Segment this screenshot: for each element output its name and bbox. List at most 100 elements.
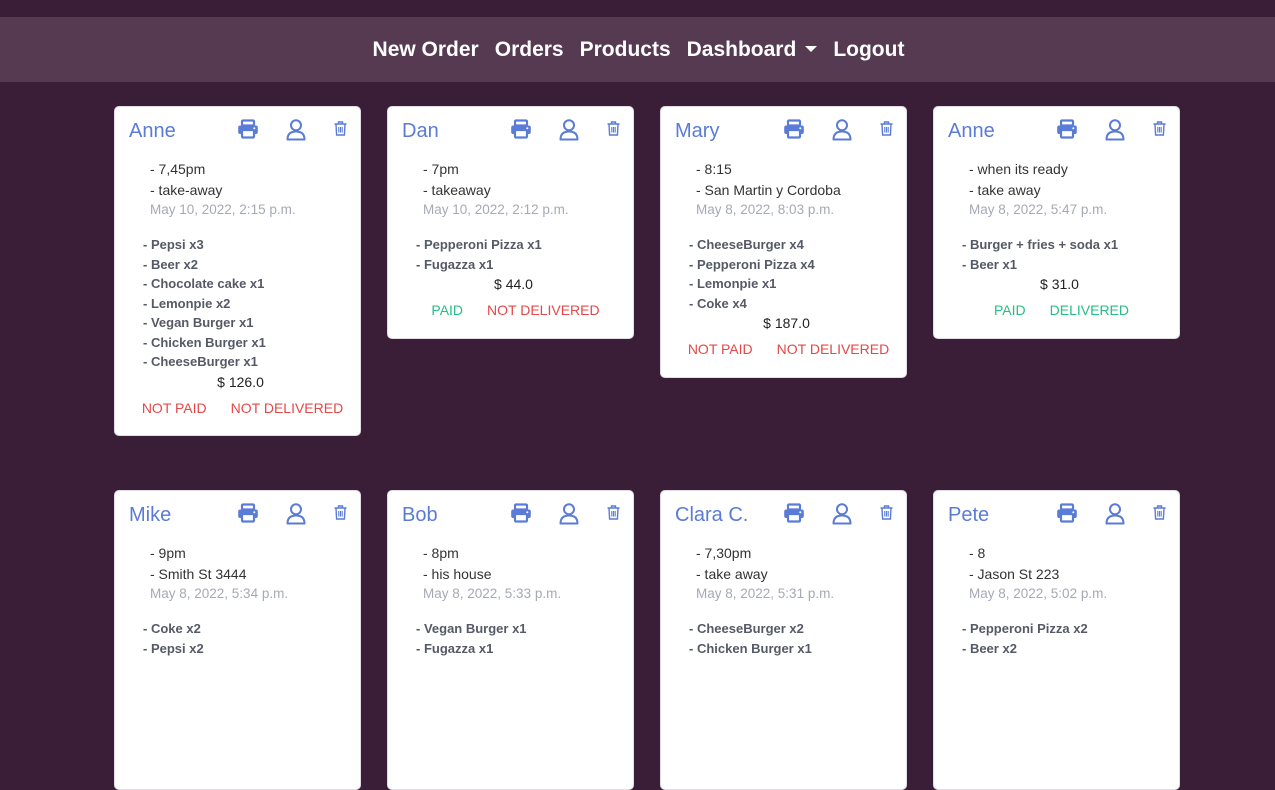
order-notes: - 8pm - his house May 8, 2022, 5:33 p.m. bbox=[423, 543, 561, 603]
trash-icon[interactable] bbox=[334, 505, 347, 520]
order-notes: - 8:15 - San Martin y Cordoba May 8, 2022,… bbox=[696, 159, 841, 219]
nav-dashboard-label: Dashboard bbox=[686, 37, 797, 61]
order-date: May 8, 2022, 5:34 p.m. bbox=[150, 586, 289, 601]
order-note: - when its ready bbox=[969, 161, 1068, 177]
nav-products[interactable]: Products bbox=[580, 38, 671, 62]
order-note: - 8 bbox=[969, 545, 986, 561]
order-card: Bob - 8pm - his house May 8, 2022, 5:33 p.m… bbox=[387, 490, 634, 790]
order-note: - Smith St 3444 bbox=[150, 566, 247, 582]
order-item: - Fugazza x1 bbox=[416, 256, 494, 272]
order-card: Anne - when its ready - take away May 8, 20… bbox=[933, 106, 1180, 339]
trash-icon[interactable] bbox=[607, 505, 620, 520]
order-items: - Pepperoni Pizza x2 - Beer x2 bbox=[962, 619, 1088, 658]
order-note: - his house bbox=[423, 566, 492, 582]
order-item: - Pepperoni Pizza x2 bbox=[962, 621, 1088, 636]
order-item: - Fugazza x1 bbox=[416, 640, 494, 656]
order-note: - take away bbox=[969, 182, 1041, 198]
payment-status-toggle[interactable]: NOT PAID bbox=[688, 341, 753, 357]
printer-icon[interactable] bbox=[237, 119, 259, 139]
order-item: - Pepsi x2 bbox=[143, 640, 204, 656]
payment-status-toggle[interactable]: PAID bbox=[994, 302, 1026, 318]
order-item: - Chicken Burger x1 bbox=[143, 334, 266, 350]
user-icon[interactable] bbox=[286, 119, 306, 141]
printer-icon[interactable] bbox=[510, 119, 532, 139]
order-date: May 8, 2022, 5:47 p.m. bbox=[969, 202, 1108, 217]
order-note: - 9pm bbox=[150, 545, 186, 561]
user-icon[interactable] bbox=[832, 503, 852, 525]
order-total: $ 44.0 bbox=[494, 276, 533, 292]
nav-menu: New Order Orders Products Dashboard Logo… bbox=[371, 38, 905, 62]
user-icon[interactable] bbox=[1105, 119, 1125, 141]
user-icon[interactable] bbox=[1105, 503, 1125, 525]
delivery-status-toggle[interactable]: NOT DELIVERED bbox=[487, 302, 600, 318]
printer-icon[interactable] bbox=[783, 119, 805, 139]
order-item: - Coke x4 bbox=[689, 295, 747, 311]
order-note: - 8pm bbox=[423, 545, 459, 561]
order-date: May 8, 2022, 5:31 p.m. bbox=[696, 586, 835, 601]
customer-name[interactable]: Dan bbox=[402, 120, 439, 143]
order-item: - CheeseBurger x2 bbox=[689, 621, 804, 636]
delivery-status-toggle[interactable]: NOT DELIVERED bbox=[231, 400, 344, 416]
trash-icon[interactable] bbox=[880, 121, 893, 136]
customer-name[interactable]: Bob bbox=[402, 504, 438, 527]
trash-icon[interactable] bbox=[1153, 121, 1166, 136]
order-date: May 10, 2022, 2:12 p.m. bbox=[423, 202, 569, 217]
order-notes: - 8 - Jason St 223 May 8, 2022, 5:02 p.m. bbox=[969, 543, 1107, 603]
trash-icon[interactable] bbox=[334, 121, 347, 136]
order-items: - Burger + fries + soda x1 - Beer x1 bbox=[962, 235, 1118, 274]
order-items: - Vegan Burger x1 - Fugazza x1 bbox=[416, 619, 527, 658]
customer-name[interactable]: Anne bbox=[948, 120, 995, 143]
order-status: PAID NOT DELIVERED bbox=[388, 302, 633, 318]
printer-icon[interactable] bbox=[1056, 119, 1078, 139]
printer-icon[interactable] bbox=[510, 503, 532, 523]
order-item: - Beer x2 bbox=[143, 256, 198, 272]
user-icon[interactable] bbox=[832, 119, 852, 141]
order-item: - Chocolate cake x1 bbox=[143, 276, 265, 291]
order-note: - 7pm bbox=[423, 161, 459, 177]
customer-name[interactable]: Clara C. bbox=[675, 504, 748, 527]
order-date: May 8, 2022, 5:02 p.m. bbox=[969, 586, 1108, 601]
top-navbar: New Order Orders Products Dashboard Logo… bbox=[0, 17, 1275, 82]
customer-name[interactable]: Anne bbox=[129, 120, 176, 143]
user-icon[interactable] bbox=[559, 503, 579, 525]
order-note: - take away bbox=[696, 566, 768, 582]
customer-name[interactable]: Mike bbox=[129, 504, 171, 527]
order-item: - Vegan Burger x1 bbox=[143, 315, 254, 330]
customer-name[interactable]: Pete bbox=[948, 504, 989, 527]
delivery-status-toggle[interactable]: DELIVERED bbox=[1050, 302, 1129, 318]
printer-icon[interactable] bbox=[783, 503, 805, 523]
order-item: - Beer x2 bbox=[962, 640, 1017, 656]
nav-orders[interactable]: Orders bbox=[495, 38, 564, 62]
payment-status-toggle[interactable]: PAID bbox=[431, 302, 463, 318]
order-notes: - 7,30pm - take away May 8, 2022, 5:31 p.m… bbox=[696, 543, 834, 603]
order-item: - CheeseBurger x1 bbox=[143, 354, 258, 369]
order-item: - Lemonpie x2 bbox=[143, 295, 231, 311]
order-items: - Pepsi x3 - Beer x2 - Chocolate cake x1 - … bbox=[143, 235, 266, 372]
order-item: - Burger + fries + soda x1 bbox=[962, 237, 1119, 252]
printer-icon[interactable] bbox=[237, 503, 259, 523]
order-item: - Pepsi x3 bbox=[143, 237, 204, 252]
user-icon[interactable] bbox=[286, 503, 306, 525]
payment-status-toggle[interactable]: NOT PAID bbox=[142, 400, 207, 416]
order-total: $ 31.0 bbox=[1040, 276, 1079, 292]
trash-icon[interactable] bbox=[880, 505, 893, 520]
trash-icon[interactable] bbox=[1153, 505, 1166, 520]
nav-logout[interactable]: Logout bbox=[833, 38, 904, 62]
order-date: May 8, 2022, 8:03 p.m. bbox=[696, 202, 835, 217]
order-status: NOT PAID NOT DELIVERED bbox=[661, 341, 906, 357]
order-card: Anne - 7,45pm - take-away May 10, 2022, 2:1… bbox=[114, 106, 361, 436]
nav-new-order[interactable]: New Order bbox=[373, 38, 479, 62]
delivery-status-toggle[interactable]: NOT DELIVERED bbox=[777, 341, 890, 357]
order-date: May 8, 2022, 5:33 p.m. bbox=[423, 586, 562, 601]
order-items: - Coke x2 - Pepsi x2 bbox=[143, 619, 204, 658]
order-note: - take-away bbox=[150, 182, 223, 198]
customer-name[interactable]: Mary bbox=[675, 120, 719, 143]
order-items: - CheeseBurger x2 - Chicken Burger x1 bbox=[689, 619, 812, 658]
order-note: - 7,45pm bbox=[150, 161, 206, 177]
user-icon[interactable] bbox=[559, 119, 579, 141]
order-item: - Beer x1 bbox=[962, 256, 1017, 272]
printer-icon[interactable] bbox=[1056, 503, 1078, 523]
trash-icon[interactable] bbox=[607, 121, 620, 136]
nav-dashboard-dropdown[interactable]: Dashboard bbox=[687, 38, 818, 62]
order-note: - takeaway bbox=[423, 182, 491, 198]
